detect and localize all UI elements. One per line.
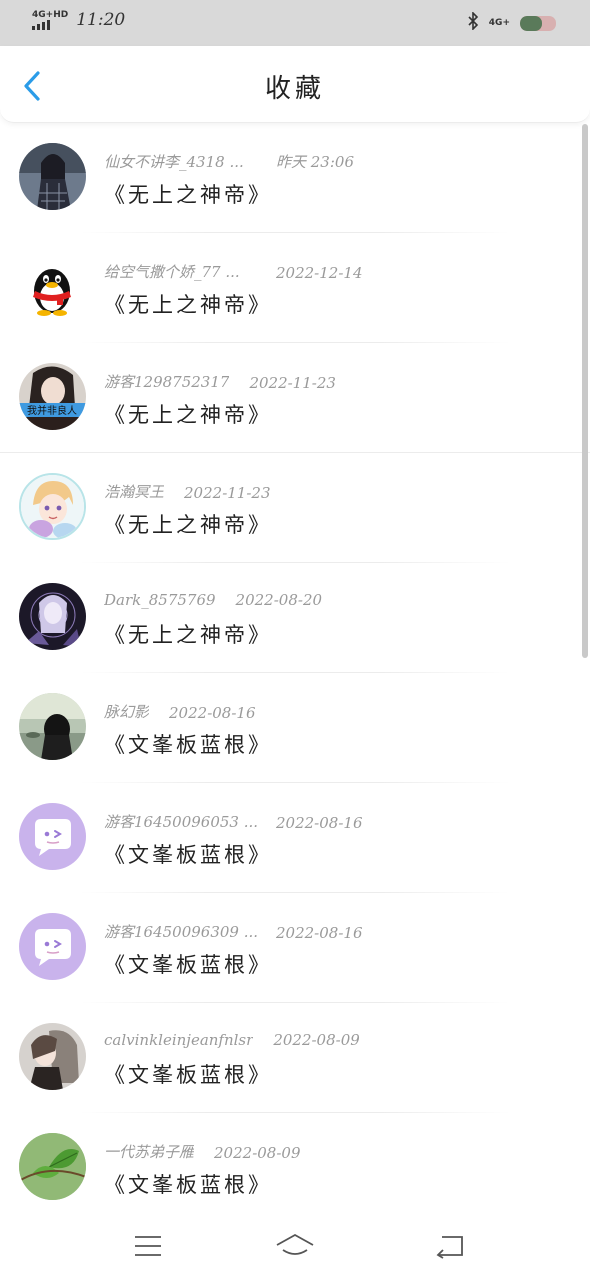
username: 仙女不讲李_4318 ...	[104, 153, 244, 171]
timestamp: 2022-08-16	[276, 814, 363, 832]
signal-icon: 4G+HD	[32, 10, 68, 30]
avatar[interactable]	[19, 803, 86, 870]
book-title: 《文峯板蓝根》	[104, 733, 272, 757]
username: calvinkleinjeanfnlsr	[104, 1031, 254, 1049]
avatar[interactable]	[19, 1133, 86, 1200]
menu-icon	[135, 1236, 161, 1256]
list-item[interactable]: calvinkleinjeanfnlsr 2022-08-09 《文峯板蓝根》	[0, 1003, 590, 1113]
book-title: 《无上之神帝》	[104, 183, 272, 207]
mobile-network-label: 4G+	[488, 18, 510, 28]
bluetooth-icon	[467, 11, 479, 34]
avatar[interactable]: 我并非良人	[19, 363, 86, 430]
avatar[interactable]	[19, 583, 86, 650]
username: 脉幻影	[104, 703, 150, 721]
book-title: 《无上之神帝》	[104, 403, 272, 427]
book-title: 《文峯板蓝根》	[104, 1173, 272, 1197]
scrollbar[interactable]	[582, 124, 588, 658]
page-title: 收藏	[264, 74, 325, 104]
username: 游客16450096053 ...	[104, 813, 259, 831]
list-item[interactable]: 我并非良人 游客1298752317 2022-11-23 《无上之神帝》	[0, 343, 590, 453]
timestamp: 2022-08-09	[214, 1144, 301, 1162]
list-item[interactable]: 脉幻影 2022-08-16 《文峯板蓝根》	[0, 673, 590, 783]
list-item[interactable]: Dark_8575769 2022-08-20 《无上之神帝》	[0, 563, 590, 673]
book-title: 《文峯板蓝根》	[104, 1063, 272, 1087]
list-item[interactable]: 仙女不讲李_4318 ... 昨天 23:06 《无上之神帝》	[0, 123, 590, 233]
username: 游客1298752317	[104, 373, 230, 391]
svg-text:我并非良人: 我并非良人	[27, 404, 77, 417]
avatar[interactable]	[19, 1023, 86, 1090]
list-item[interactable]: 给空气撒个娇_77 ... 2022-12-14 《无上之神帝》	[0, 233, 590, 343]
home-icon	[276, 1233, 314, 1255]
timestamp: 2022-08-16	[169, 704, 256, 722]
avatar[interactable]	[19, 253, 86, 320]
timestamp: 2022-08-16	[276, 924, 363, 942]
list-item[interactable]: 游客16450096309 ... 2022-08-16 《文峯板蓝根》	[0, 893, 590, 1003]
book-title: 《无上之神帝》	[104, 623, 272, 647]
timestamp: 2022-11-23	[249, 374, 336, 392]
list-item[interactable]: 一代苏弟子雁 2022-08-09 《文峯板蓝根》	[0, 1113, 590, 1223]
username: 浩瀚冥王	[104, 483, 165, 501]
network-label: 4G+HD	[32, 10, 69, 20]
book-title: 《文峯板蓝根》	[104, 843, 272, 867]
username: 一代苏弟子雁	[104, 1143, 195, 1161]
avatar[interactable]	[19, 913, 86, 980]
system-nav-bar	[0, 1214, 590, 1280]
list-item[interactable]: 游客16450096053 ... 2022-08-16 《文峯板蓝根》	[0, 783, 590, 893]
username: 给空气撒个娇_77 ...	[104, 263, 240, 281]
home-button[interactable]	[273, 1228, 317, 1264]
book-title: 《文峯板蓝根》	[104, 953, 272, 977]
avatar[interactable]	[19, 473, 86, 540]
username: Dark_8575769	[104, 591, 216, 609]
clock: 11:20	[76, 10, 126, 30]
book-title: 《无上之神帝》	[104, 293, 272, 317]
book-title: 《无上之神帝》	[104, 513, 272, 537]
back-nav-button[interactable]	[428, 1228, 472, 1264]
list-item[interactable]: 浩瀚冥王 2022-11-23 《无上之神帝》	[0, 453, 590, 563]
timestamp: 2022-11-23	[184, 484, 271, 502]
back-icon	[436, 1236, 463, 1259]
menu-button[interactable]	[126, 1228, 170, 1264]
status-bar: 4G+HD 11:20 4G+	[0, 0, 590, 46]
timestamp: 2022-08-09	[273, 1031, 360, 1049]
battery-icon	[520, 15, 556, 31]
avatar[interactable]	[19, 143, 86, 210]
username: 游客16450096309 ...	[104, 923, 259, 941]
favorites-list: 仙女不讲李_4318 ... 昨天 23:06 《无上之神帝》 给空气撒个娇_77…	[0, 123, 590, 1223]
avatar[interactable]	[19, 693, 86, 760]
header-bar: 收藏	[0, 46, 590, 123]
timestamp: 2022-08-20	[235, 591, 323, 609]
timestamp: 2022-12-14	[276, 264, 363, 282]
timestamp: 昨天 23:06	[276, 153, 354, 171]
